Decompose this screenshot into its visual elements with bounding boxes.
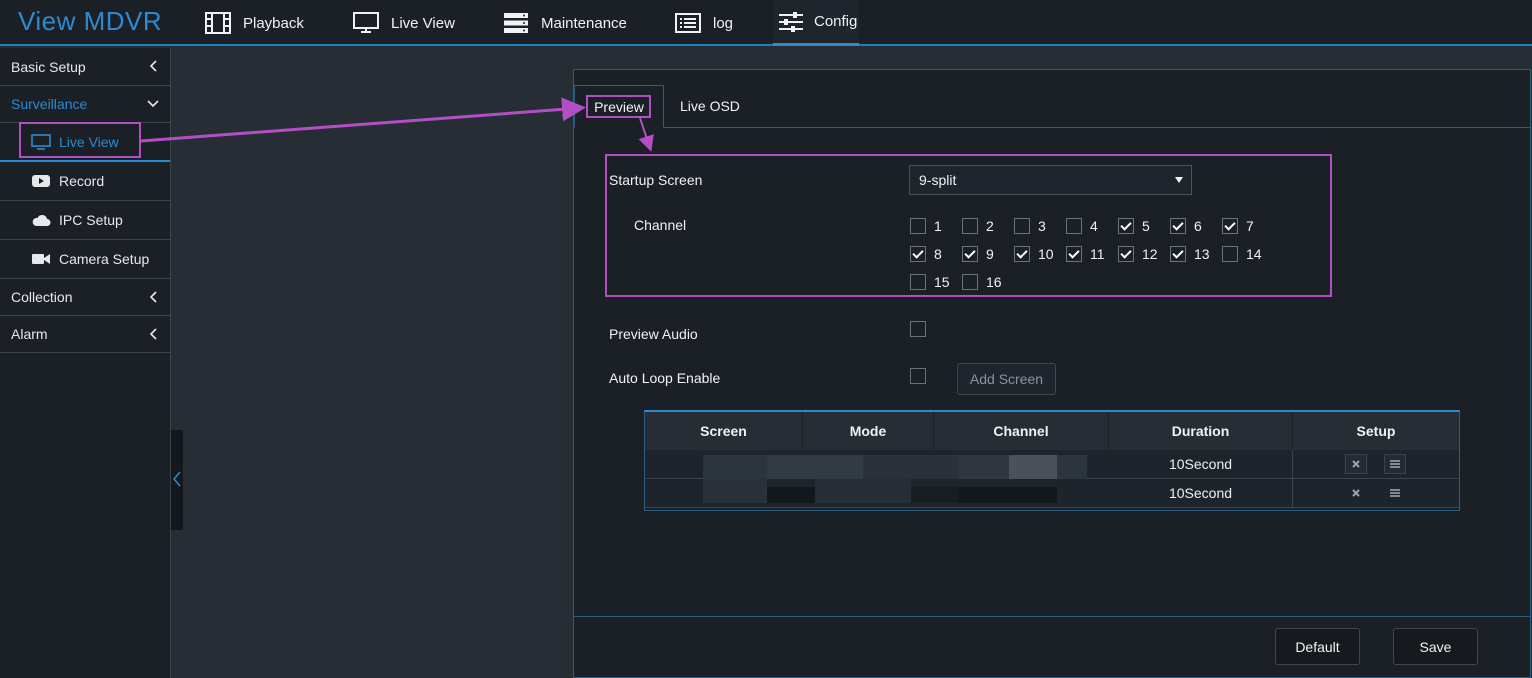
camera-icon	[32, 254, 50, 264]
sidebar-item-label: Record	[59, 173, 105, 189]
nav-live-view[interactable]: Live View	[353, 0, 455, 46]
chevron-left-icon	[149, 291, 157, 303]
delete-row-button[interactable]	[1345, 483, 1367, 503]
save-button[interactable]: Save	[1393, 628, 1478, 665]
app-logo: View MDVR	[18, 6, 163, 36]
annotation-highlight-preview-tab	[586, 95, 651, 118]
edit-row-button[interactable]	[1384, 483, 1406, 503]
delete-row-button[interactable]	[1345, 454, 1367, 474]
table-row[interactable]: 10Second	[645, 479, 1459, 508]
sidebar-section-label: Collection	[11, 289, 73, 305]
column-header-setup: Setup	[1356, 423, 1396, 439]
loop-screen-table: Screen Mode Channel Duration Setup 10Sec…	[644, 410, 1460, 511]
play-icon	[32, 175, 50, 187]
auto-loop-label: Auto Loop Enable	[609, 370, 721, 386]
annotation-highlight-startup-screen	[605, 154, 1332, 297]
menu-icon	[1390, 460, 1400, 468]
table-row[interactable]: 10Second	[645, 450, 1459, 479]
auto-loop-checkbox[interactable]	[910, 368, 926, 384]
preview-audio-label: Preview Audio	[609, 326, 698, 342]
column-header-mode: Mode	[803, 412, 934, 450]
sidebar-section-label: Alarm	[11, 326, 48, 342]
nav-log-label: log	[713, 14, 734, 32]
redacted-cell	[1009, 455, 1057, 479]
redacted-cell	[703, 479, 767, 503]
annotation-arrow	[140, 97, 586, 143]
preview-audio-checkbox[interactable]	[910, 321, 926, 337]
redacted-cell	[703, 455, 767, 479]
nav-playback-label: Playback	[243, 14, 304, 32]
sidebar-section-label: Basic Setup	[11, 58, 86, 75]
close-icon	[1352, 460, 1360, 468]
sidebar-section-basic-setup[interactable]: Basic Setup	[0, 48, 170, 86]
column-header-channel: Channel	[934, 412, 1109, 450]
nav-config[interactable]: Config	[773, 0, 859, 46]
tab-live-osd[interactable]: Live OSD	[680, 85, 740, 127]
sidebar-item-label: Camera Setup	[59, 251, 150, 267]
redacted-cell	[767, 455, 863, 479]
sidebar-section-surveillance[interactable]: Surveillance	[0, 86, 170, 123]
server-icon	[504, 13, 528, 33]
sidebar-section-collection[interactable]: Collection	[0, 279, 170, 316]
sidebar-item-label: IPC Setup	[59, 212, 123, 228]
footer-divider	[574, 616, 1530, 617]
nav-playback[interactable]: Playback	[205, 0, 304, 46]
sidebar-section-label: Surveillance	[11, 96, 88, 112]
tab-live-osd-label: Live OSD	[680, 98, 740, 114]
nav-log[interactable]: log	[675, 0, 733, 46]
nav-maintenance[interactable]: Maintenance	[503, 0, 627, 46]
list-icon	[675, 13, 701, 33]
redacted-cell	[863, 455, 959, 479]
redacted-cell	[1057, 455, 1087, 479]
duration-cell: 10Second	[1109, 479, 1293, 507]
add-screen-button[interactable]: Add Screen	[957, 363, 1056, 395]
sidebar-item-ipc-setup[interactable]: IPC Setup	[0, 201, 170, 240]
annotation-highlight-live-view	[19, 122, 141, 158]
film-icon	[205, 12, 231, 34]
redacted-cell	[959, 455, 1009, 479]
table-header: Screen Mode Channel Duration Setup	[645, 412, 1459, 451]
chevron-left-icon	[173, 471, 181, 487]
sidebar-item-record[interactable]: Record	[0, 162, 170, 201]
redacted-cell	[959, 487, 1057, 503]
sidebar-collapse-handle[interactable]	[171, 430, 183, 530]
sidebar-section-alarm[interactable]: Alarm	[0, 316, 170, 353]
nav-maintenance-label: Maintenance	[541, 14, 627, 32]
chevron-down-icon	[147, 100, 159, 108]
column-header-screen: Screen	[645, 412, 803, 450]
chevron-left-icon	[149, 60, 157, 72]
sliders-icon	[779, 11, 803, 32]
default-button[interactable]: Default	[1275, 628, 1360, 665]
nav-config-label: Config	[814, 13, 858, 30]
redacted-cell	[767, 487, 815, 503]
cloud-icon	[32, 214, 51, 226]
tab-bar: Preview Live OSD	[574, 85, 1530, 128]
edit-row-button[interactable]	[1384, 454, 1406, 474]
duration-cell: 10Second	[1109, 450, 1293, 478]
sidebar-item-camera-setup[interactable]: Camera Setup	[0, 240, 170, 279]
menu-icon	[1390, 489, 1400, 497]
redacted-cell	[815, 479, 911, 503]
redacted-cell	[911, 487, 959, 503]
top-nav-bar: View MDVR Playback Live View Maintenance…	[0, 0, 1532, 46]
monitor-icon	[353, 12, 379, 33]
column-header-duration: Duration	[1109, 412, 1293, 450]
close-icon	[1352, 489, 1360, 497]
chevron-left-icon	[149, 328, 157, 340]
nav-live-view-label: Live View	[391, 14, 455, 32]
